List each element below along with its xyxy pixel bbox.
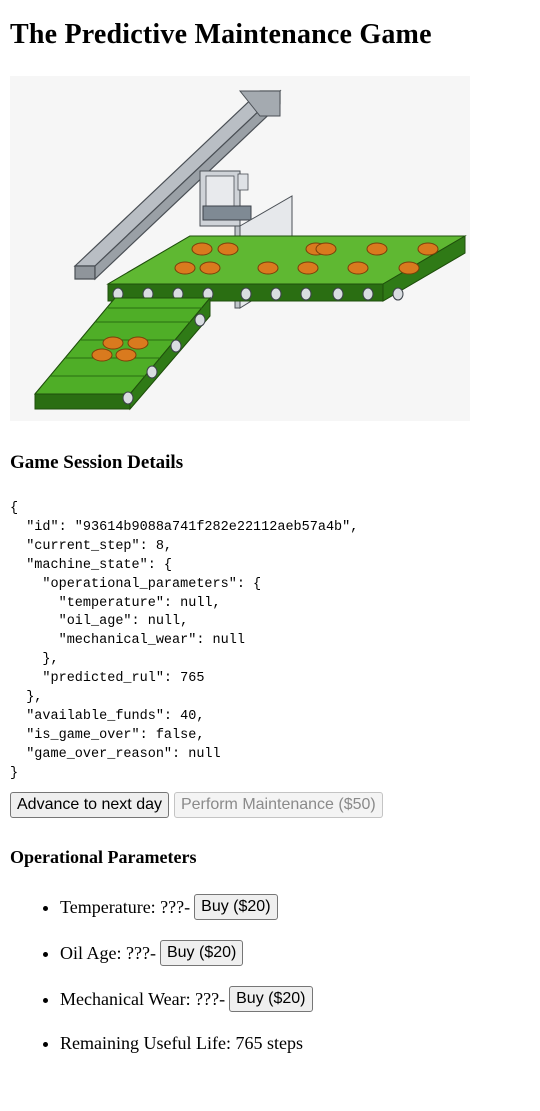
mechanical-wear-label: Mechanical Wear: ???	[60, 988, 220, 1009]
separator: -	[219, 988, 226, 1009]
list-item: Temperature: ??? - Buy ($20)	[60, 893, 530, 920]
buy-mechanical-wear-button[interactable]: Buy ($20)	[229, 985, 313, 1012]
list-item: Oil Age: ??? - Buy ($20)	[60, 939, 530, 966]
list-item: Mechanical Wear: ??? - Buy ($20)	[60, 985, 530, 1012]
parameters-heading: Operational Parameters	[10, 846, 197, 867]
buy-temperature-button[interactable]: Buy ($20)	[194, 893, 278, 920]
session-heading: Game Session Details	[10, 452, 184, 473]
advance-day-button[interactable]: Advance to next day	[10, 791, 169, 818]
list-item: Remaining Useful Life: 765 steps	[60, 1032, 530, 1054]
parameters-list: Temperature: ??? - Buy ($20) Oil Age: ??…	[10, 893, 530, 1054]
separator: -	[184, 896, 191, 917]
page-title: The Predictive Maintenance Game	[10, 19, 432, 50]
controls: Advance to next day Perform Maintenance …	[10, 791, 530, 818]
session-json: { "id": "93614b9088a741f282e22112aeb57a4…	[10, 501, 359, 781]
conveyor-illustration	[10, 76, 470, 421]
buy-oil-age-button[interactable]: Buy ($20)	[159, 939, 244, 966]
remaining-useful-life-label: Remaining Useful Life: 765 steps	[60, 1032, 303, 1053]
perform-maintenance-button[interactable]: Perform Maintenance ($50)	[173, 791, 383, 818]
temperature-label: Temperature: ???	[60, 896, 185, 917]
separator: -	[149, 942, 156, 963]
page: The Predictive Maintenance Game Game Ses…	[0, 16, 540, 1054]
oil-age-label: Oil Age: ???	[60, 942, 150, 963]
